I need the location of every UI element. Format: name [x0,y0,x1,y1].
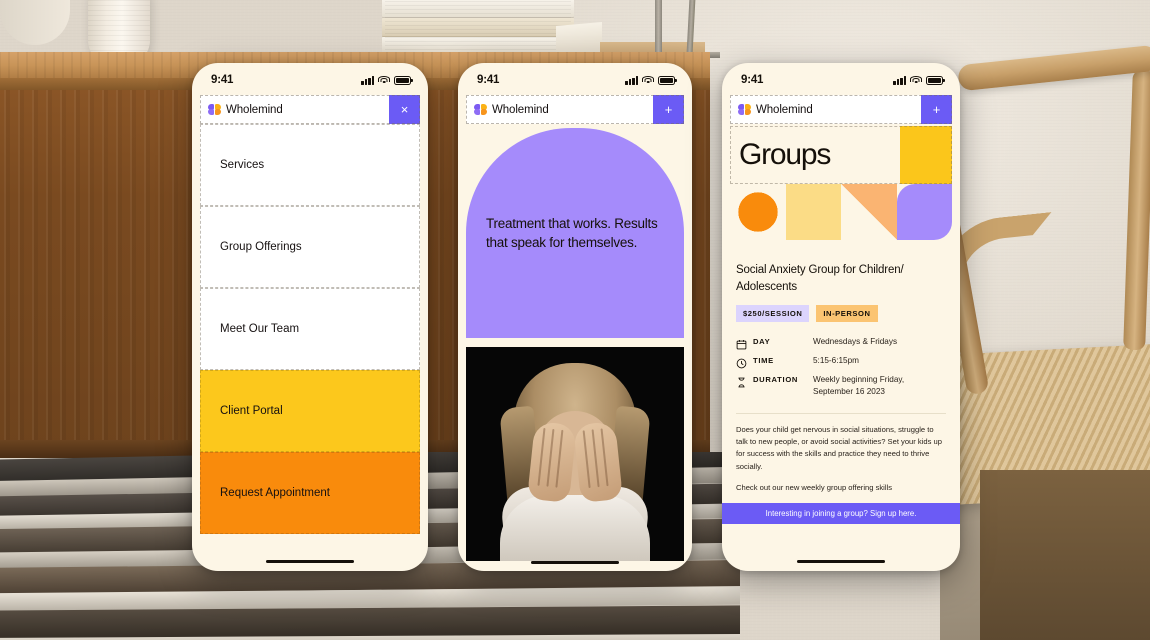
detail-row-duration: DURATION Weekly beginning Friday, Septem… [736,374,946,397]
purple-rounded-shape [896,184,952,240]
brand-name: Wholemind [226,103,283,116]
description-paragraph-1: Does your child get nervous in social si… [736,424,942,471]
group-title: Social Anxiety Group for Children/ Adole… [736,264,904,293]
hero-heading: Treatment that works. Results that speak… [486,215,658,250]
app-navbar: Wholemind + [730,95,952,124]
detail-label-day: DAY [753,337,771,347]
status-badge-format: IN-PERSON [816,305,878,323]
app-navbar: Wholemind + [466,95,684,124]
detail-row-time: TIME 5:15-6:15pm [736,355,946,369]
calendar-icon [736,337,747,350]
menu-item-group-offerings[interactable]: Group Offerings [200,206,420,288]
close-menu-button[interactable]: × [389,95,420,124]
battery-icon [394,75,413,85]
butterfly-logo-icon [738,103,751,116]
status-icons [625,75,677,85]
brand-link[interactable]: Wholemind [200,95,389,124]
page-title: Groups [739,138,831,171]
status-icons [361,75,413,85]
brand-link[interactable]: Wholemind [730,95,921,124]
hourglass-icon [736,375,747,388]
wifi-icon [642,75,654,85]
menu-item-request-appointment[interactable]: Request Appointment [200,452,420,534]
book-stack [382,0,574,53]
status-time: 9:41 [741,74,764,86]
detail-label-duration: DURATION [753,375,799,385]
clock-icon [736,356,747,369]
group-details: DAY Wednesdays & Fridays TIME 5:15-6:15p… [736,336,946,404]
detail-value-duration: Weekly beginning Friday, September 16 20… [813,375,905,396]
phone-menu-screen: 9:41 Wholemind × Services Group Offering… [192,63,428,571]
decorative-yellow-block [900,126,952,184]
battery-icon [926,75,945,85]
status-bar: 9:41 [458,63,692,93]
description-paragraph-2: Check out our new weekly group offering … [736,482,893,492]
home-indicator[interactable] [266,559,354,563]
chair-legs [980,470,1150,640]
butterfly-logo-icon [208,103,221,116]
menu-item-services[interactable]: Services [200,124,420,206]
open-menu-button[interactable]: + [921,95,952,124]
main-menu: Services Group Offerings Meet Our Team C… [200,124,420,534]
detail-value-time: 5:15-6:15pm [813,356,859,366]
status-bar: 9:41 [722,63,960,93]
signal-bars-icon [625,75,638,85]
group-badges: $250/SESSION IN-PERSON [736,305,946,323]
group-description: Does your child get nervous in social si… [736,424,946,494]
status-time: 9:41 [477,74,500,86]
detail-label-time: TIME [753,356,774,366]
yellow-square-shape [785,184,841,240]
signal-bars-icon [893,75,906,85]
hero-arch-banner: Treatment that works. Results that speak… [466,128,684,338]
home-indicator[interactable] [531,561,619,565]
decorative-shape-row [730,184,952,240]
home-indicator[interactable] [797,559,885,563]
brand-name: Wholemind [756,103,813,116]
open-menu-button[interactable]: + [653,95,684,124]
wifi-icon [910,75,922,85]
menu-item-client-portal[interactable]: Client Portal [200,370,420,452]
signal-bars-icon [361,75,374,85]
status-time: 9:41 [211,74,234,86]
status-icons [893,75,945,85]
app-navbar: Wholemind × [200,95,420,124]
detail-value-day: Wednesdays & Fridays [813,337,898,347]
detail-row-day: DAY Wednesdays & Fridays [736,336,946,350]
phone-hero-screen: 9:41 Wholemind + Treatment that works. R… [458,63,692,571]
brand-name: Wholemind [492,103,549,116]
page-header: Groups [730,126,952,184]
phone-groups-screen: 9:41 Wholemind + Groups Social Anxiety G… [722,63,960,571]
status-badge-price: $250/SESSION [736,305,810,323]
orange-circle-shape [730,184,786,240]
section-divider [736,412,946,414]
child-covering-face-photo [466,347,684,561]
menu-item-meet-our-team[interactable]: Meet Our Team [200,288,420,370]
battery-icon [658,75,677,85]
signup-cta-banner[interactable]: Interesting in joining a group? Sign up … [722,503,960,525]
status-bar: 9:41 [192,63,428,93]
peach-triangle-shape [841,184,897,240]
butterfly-logo-icon [474,103,487,116]
brand-link[interactable]: Wholemind [466,95,653,124]
wifi-icon [378,75,390,85]
